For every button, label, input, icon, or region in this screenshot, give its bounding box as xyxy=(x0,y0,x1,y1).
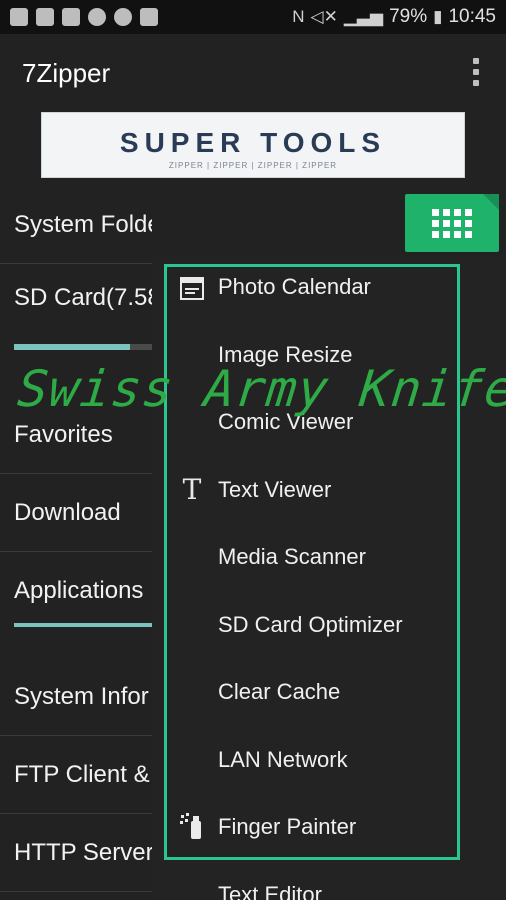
firefox-icon xyxy=(114,8,132,26)
spray-paint-icon xyxy=(179,813,205,841)
screen-cast-icon xyxy=(10,8,28,26)
mute-icon: ◁✕ xyxy=(310,7,338,26)
drawer-item-sd-card[interactable]: SD Card(7.58 xyxy=(0,262,152,340)
nfc-icon: N xyxy=(292,7,305,26)
drawer-item-http-server[interactable]: HTTP Server xyxy=(0,814,152,892)
super-tools-banner[interactable]: SUPER TOOLS ZIPPER | ZIPPER | ZIPPER | Z… xyxy=(41,112,465,178)
apps-grid-button[interactable] xyxy=(405,194,499,252)
menu-item-label: Media Scanner xyxy=(218,544,366,569)
menu-item-label: Text Viewer xyxy=(218,477,332,502)
menu-item-text-editor[interactable]: Text Editor xyxy=(166,880,458,900)
apps-grid-icon xyxy=(432,208,472,238)
drawer-item-applications[interactable]: Applications xyxy=(0,552,152,630)
weather-icon xyxy=(88,8,106,26)
menu-item-label: SD Card Optimizer xyxy=(218,612,403,637)
swiss-army-knife-caption: Swiss Army Knife xyxy=(14,360,506,418)
drawer-item-label: Favorites xyxy=(14,420,113,448)
drawer-item-label: Download xyxy=(14,498,121,526)
menu-item-label: Text Editor xyxy=(218,882,322,900)
banner-subtitle: ZIPPER | ZIPPER | ZIPPER | ZIPPER xyxy=(168,161,338,170)
status-bar: N ◁✕ ▁▃▅ 79% ▮ 10:45 xyxy=(0,0,506,34)
menu-item-label: Clear Cache xyxy=(218,679,341,704)
facebook-icon xyxy=(36,8,54,26)
menu-item-label: Photo Calendar xyxy=(218,274,371,299)
text-icon: T xyxy=(182,473,202,506)
drawer-item-label: HTTP Server xyxy=(14,838,152,866)
clock: 10:45 xyxy=(448,6,496,27)
drawer-item-system-folder[interactable]: System Folder xyxy=(0,186,152,264)
menu-item-sd-card-optimizer[interactable]: SD Card Optimizer xyxy=(166,592,458,658)
menu-item-label: LAN Network xyxy=(218,747,348,772)
menu-item-media-scanner[interactable]: Media Scanner xyxy=(166,524,458,590)
overflow-menu-icon[interactable] xyxy=(472,58,480,88)
applications-indicator xyxy=(14,623,152,627)
drawer-item-system-info[interactable]: System Infor xyxy=(0,658,152,736)
drawer-item-label: FTP Client & xyxy=(14,760,150,788)
drawer-item-label: System Folder xyxy=(14,210,152,238)
system-icons: N ◁✕ ▁▃▅ 79% ▮ 10:45 xyxy=(292,6,496,28)
calendar-icon xyxy=(180,274,204,300)
battery-percent: 79% xyxy=(389,6,428,27)
menu-item-photo-calendar[interactable]: Photo Calendar xyxy=(166,254,458,320)
banner-title: SUPER TOOLS xyxy=(119,127,387,158)
app-bar: 7Zipper xyxy=(0,34,506,114)
signal-icon: ▁▃▅ xyxy=(343,7,384,26)
battery-icon: ▮ xyxy=(433,7,443,26)
menu-item-label: Finger Painter xyxy=(218,814,357,839)
drawer-item-label: System Infor xyxy=(14,682,149,710)
menu-item-text-viewer[interactable]: T Text Viewer xyxy=(166,457,458,523)
sd-card-usage-fill xyxy=(14,344,130,350)
flipboard-icon xyxy=(140,8,158,26)
drawer-item-download[interactable]: Download xyxy=(0,474,152,552)
app-title: 7Zipper xyxy=(22,58,111,88)
menu-item-clear-cache[interactable]: Clear Cache xyxy=(166,659,458,725)
notification-icons xyxy=(10,8,158,26)
menu-item-finger-painter[interactable]: Finger Painter xyxy=(166,794,458,860)
gmail-icon xyxy=(62,8,80,26)
drawer-item-ftp-client[interactable]: FTP Client & xyxy=(0,736,152,814)
drawer-item-label: SD Card(7.58 xyxy=(14,284,152,311)
menu-item-lan-network[interactable]: LAN Network xyxy=(166,727,458,793)
drawer-item-label: Applications xyxy=(14,577,144,604)
sd-card-usage-bar xyxy=(14,344,152,350)
